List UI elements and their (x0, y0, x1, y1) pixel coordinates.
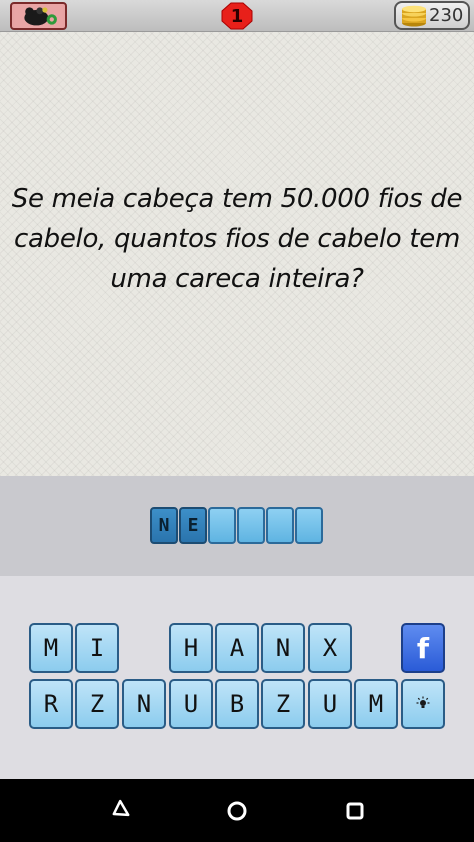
letter-key[interactable]: R (29, 679, 73, 729)
answer-slot[interactable]: N (150, 507, 178, 544)
letter-key[interactable]: M (29, 623, 73, 673)
answer-slot[interactable] (237, 507, 265, 544)
letter-key[interactable]: H (169, 623, 213, 673)
recents-square-icon (346, 802, 364, 819)
level-number: 1 (230, 5, 244, 27)
answer-slot[interactable] (295, 507, 323, 544)
letter-key[interactable]: N (122, 679, 166, 729)
letter-key[interactable]: Z (261, 679, 305, 729)
answer-slot[interactable]: E (179, 507, 207, 544)
question-text: Se meia cabeça tem 50.000 fios de cabelo… (11, 184, 463, 294)
back-button[interactable] (99, 791, 139, 831)
coin-stack-icon (399, 5, 429, 27)
coin-counter[interactable]: 230 (394, 1, 470, 30)
top-bar: 1 230 (0, 0, 474, 32)
facebook-icon: f (416, 631, 430, 665)
home-circle-icon (227, 801, 247, 820)
system-nav-bar (0, 779, 474, 842)
letter-key[interactable]: A (215, 623, 259, 673)
facebook-share-button[interactable]: f (401, 623, 445, 673)
answer-panel: N E (0, 476, 474, 576)
home-button[interactable] (217, 791, 257, 831)
recents-button[interactable] (335, 791, 375, 831)
coin-count: 230 (429, 5, 464, 26)
hint-button[interactable] (401, 679, 445, 729)
letter-key[interactable]: U (308, 679, 352, 729)
answer-slots: N E (150, 507, 323, 545)
brain-gears-icon (14, 4, 63, 28)
letter-key[interactable]: X (308, 623, 352, 673)
letter-keyboard: M I H A N X f R Z N U B Z U M (0, 576, 474, 779)
letter-key[interactable]: N (261, 623, 305, 673)
answer-slot[interactable] (266, 507, 294, 544)
letter-key[interactable]: U (169, 679, 213, 729)
letter-key[interactable]: B (215, 679, 259, 729)
lightbulb-icon (416, 696, 430, 708)
back-triangle-icon (112, 799, 130, 816)
answer-slot[interactable] (208, 507, 236, 544)
menu-button[interactable] (10, 2, 67, 30)
level-badge: 1 (221, 2, 253, 30)
letter-key[interactable]: Z (75, 679, 119, 729)
letter-key[interactable]: M (354, 679, 398, 729)
letter-key[interactable]: I (75, 623, 119, 673)
question-panel: Se meia cabeça tem 50.000 fios de cabelo… (0, 32, 474, 476)
